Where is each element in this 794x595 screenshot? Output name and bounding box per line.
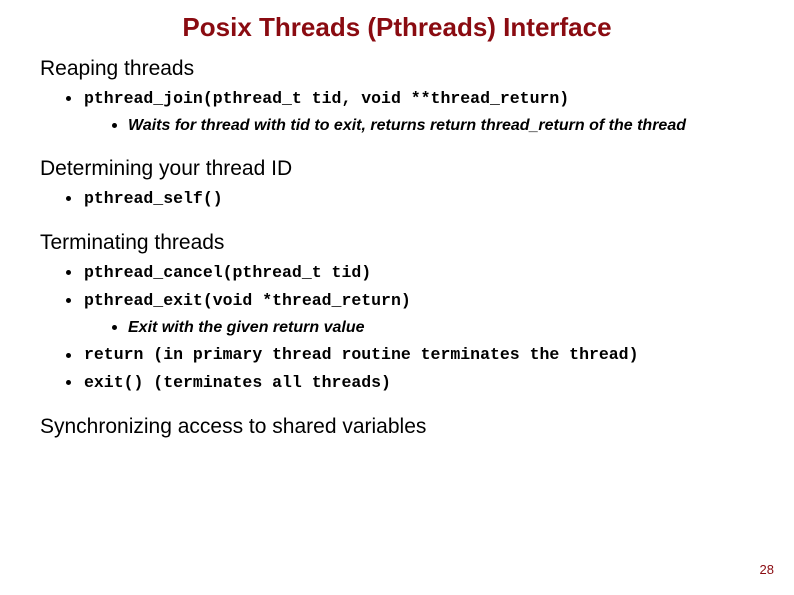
section-terminating-heading: Terminating threads [40,231,754,255]
reaping-list: pthread_join(pthread_t tid, void **threa… [66,87,754,137]
section-reaping-heading: Reaping threads [40,57,754,81]
terminating-list: pthread_cancel(pthread_t tid) pthread_ex… [66,261,754,395]
list-item: pthread_cancel(pthread_t tid) [66,261,754,285]
list-item: pthread_self() [66,187,754,211]
pthread-self-signature: pthread_self() [84,189,223,208]
pthread-cancel-signature: pthread_cancel(pthread_t tid) [84,263,371,282]
list-item: pthread_exit(void *thread_return) Exit w… [66,289,754,339]
list-item: exit() (terminates all threads) [66,371,754,395]
slide: Posix Threads (Pthreads) Interface Reapi… [0,0,794,595]
exit-note: exit() (terminates all threads) [84,373,391,392]
self-list: pthread_self() [66,187,754,211]
exit-sublist: Exit with the given return value [112,317,754,339]
pthread-exit-signature: pthread_exit(void *thread_return) [84,291,411,310]
page-number: 28 [760,562,774,577]
slide-title: Posix Threads (Pthreads) Interface [40,12,754,43]
pthread-join-signature: pthread_join(pthread_t tid, void **threa… [84,89,569,108]
return-note: return (in primary thread routine termin… [84,345,639,364]
list-item: Waits for thread with tid to exit, retur… [112,115,754,137]
reaping-sublist: Waits for thread with tid to exit, retur… [112,115,754,137]
pthread-join-note: Waits for thread with tid to exit, retur… [128,117,686,134]
list-item: return (in primary thread routine termin… [66,343,754,367]
pthread-exit-note: Exit with the given return value [128,319,365,336]
list-item: pthread_join(pthread_t tid, void **threa… [66,87,754,137]
section-self-heading: Determining your thread ID [40,157,754,181]
list-item: Exit with the given return value [112,317,754,339]
section-sync-heading: Synchronizing access to shared variables [40,415,754,439]
